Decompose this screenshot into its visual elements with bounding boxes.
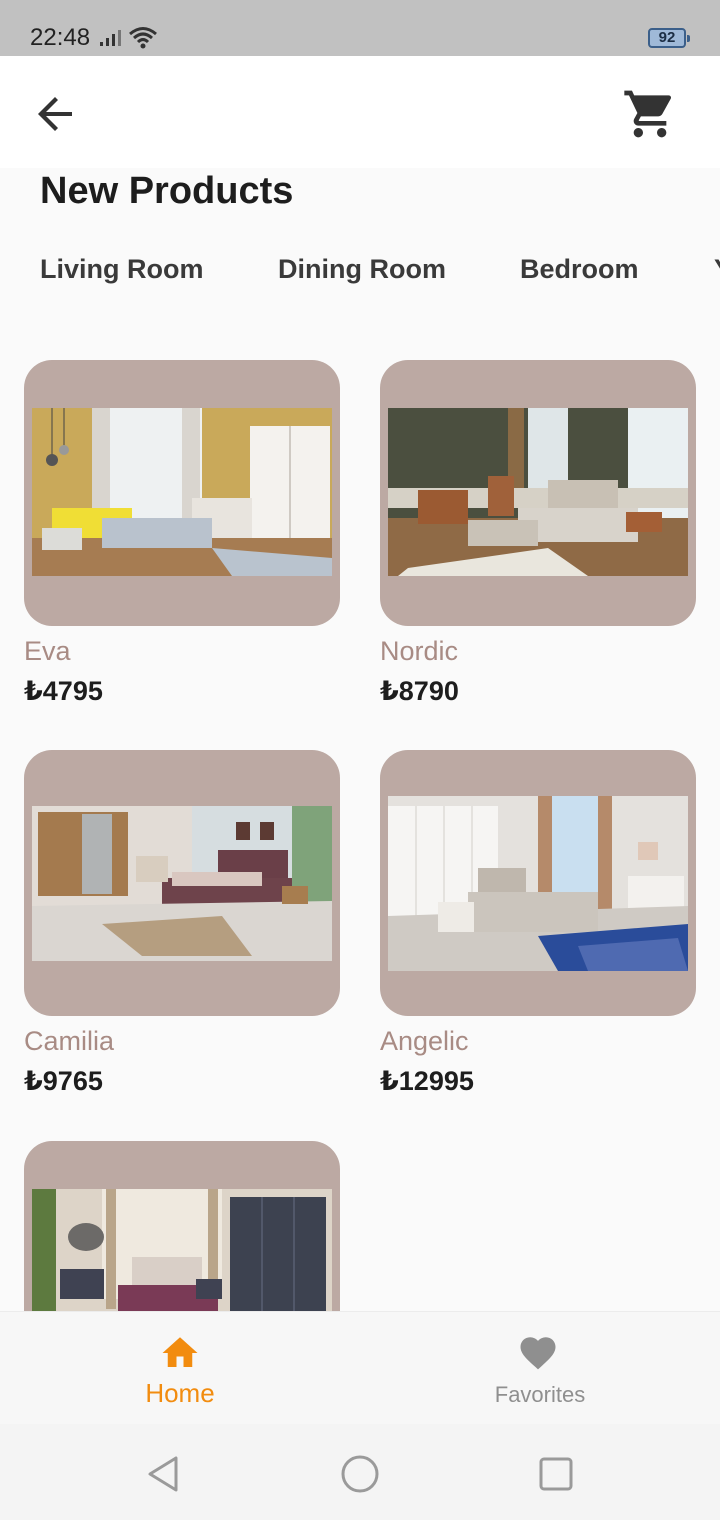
product-image: [388, 796, 688, 971]
system-recents-icon[interactable]: [536, 1454, 576, 1494]
heart-icon: [520, 1337, 556, 1370]
app-bar: [0, 56, 720, 168]
system-back-icon[interactable]: [144, 1454, 184, 1494]
product-price: ₺8790: [380, 676, 459, 706]
bottom-navigation: Home Favorites: [0, 1311, 720, 1424]
product-name: Angelic: [380, 1026, 469, 1056]
nav-home[interactable]: Home: [0, 1312, 360, 1425]
system-navigation-bar: [0, 1424, 720, 1520]
nav-home-label: Home: [145, 1378, 215, 1408]
product-image: [32, 408, 332, 576]
system-home-icon[interactable]: [340, 1454, 380, 1494]
battery-indicator: 92: [648, 28, 690, 48]
home-icon: [162, 1337, 198, 1367]
status-time: 22:48: [30, 24, 91, 51]
product-image-frame: [380, 360, 696, 626]
tab-bedroom[interactable]: Bedroom: [520, 254, 639, 285]
tab-next[interactable]: Y: [714, 254, 720, 285]
product-image-frame: [24, 360, 340, 626]
arrow-back-icon[interactable]: [32, 90, 80, 138]
product-image: [388, 408, 688, 576]
nav-favorites-label: Favorites: [494, 1382, 586, 1407]
product-card-angelic[interactable]: Angelic ₺12995: [380, 750, 696, 1097]
category-tabs: Living Room Dining Room Bedroom Y: [0, 248, 720, 298]
product-price: ₺4795: [24, 676, 103, 706]
tab-dining-room[interactable]: Dining Room: [278, 254, 446, 285]
product-image-frame: [24, 750, 340, 1016]
product-card-nordic[interactable]: Nordic ₺8790: [380, 360, 696, 707]
product-card-camilia[interactable]: Camilia ₺9765: [24, 750, 340, 1097]
product-name: Nordic: [380, 636, 459, 666]
product-image: [32, 806, 332, 961]
product-image-frame: [380, 750, 696, 1016]
shopping-cart-icon[interactable]: [622, 86, 678, 142]
page-title: New Products: [40, 170, 294, 212]
product-card-eva[interactable]: Eva ₺4795: [24, 360, 340, 707]
nav-favorites[interactable]: Favorites: [360, 1312, 720, 1425]
signal-icon: [100, 30, 121, 46]
wifi-icon: [129, 27, 157, 49]
status-bar: 22:48 92: [0, 0, 720, 56]
tab-living-room[interactable]: Living Room: [40, 254, 204, 285]
product-name: Camilia: [24, 1026, 115, 1056]
product-price: ₺12995: [380, 1066, 474, 1096]
product-price: ₺9765: [24, 1066, 103, 1096]
product-name: Eva: [24, 636, 71, 666]
